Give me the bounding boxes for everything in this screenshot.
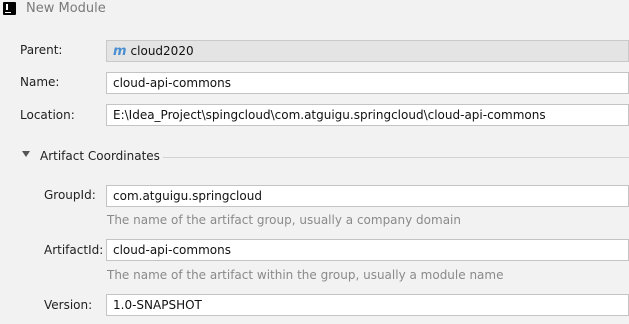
groupid-label: GroupId: [44, 188, 96, 202]
title-bar: New Module [0, 0, 629, 20]
groupid-field[interactable]: com.atguigu.springcloud [106, 185, 629, 207]
intellij-icon [3, 2, 16, 15]
parent-field[interactable]: m cloud2020 [106, 40, 629, 62]
version-field[interactable]: 1.0-SNAPSHOT [106, 294, 629, 316]
groupid-hint: The name of the artifact group, usually … [107, 213, 461, 227]
maven-module-icon: m [113, 44, 127, 59]
name-field[interactable]: cloud-api-commons [106, 72, 629, 94]
parent-label: Parent: [20, 43, 63, 57]
artifactid-field[interactable]: cloud-api-commons [106, 239, 629, 261]
window-title: New Module [26, 1, 106, 16]
section-divider [163, 157, 629, 158]
artifactid-label: ArtifactId: [44, 243, 104, 257]
artifactid-hint: The name of the artifact within the grou… [107, 268, 504, 282]
version-label: Version: [44, 298, 93, 312]
location-field[interactable]: E:\Idea_Project\spingcloud\com.atguigu.s… [106, 104, 629, 126]
name-label: Name: [20, 75, 60, 89]
location-label: Location: [20, 108, 75, 122]
parent-value: cloud2020 [130, 44, 194, 58]
collapse-triangle-icon[interactable] [22, 151, 30, 157]
artifact-coordinates-header[interactable]: Artifact Coordinates [40, 149, 160, 163]
